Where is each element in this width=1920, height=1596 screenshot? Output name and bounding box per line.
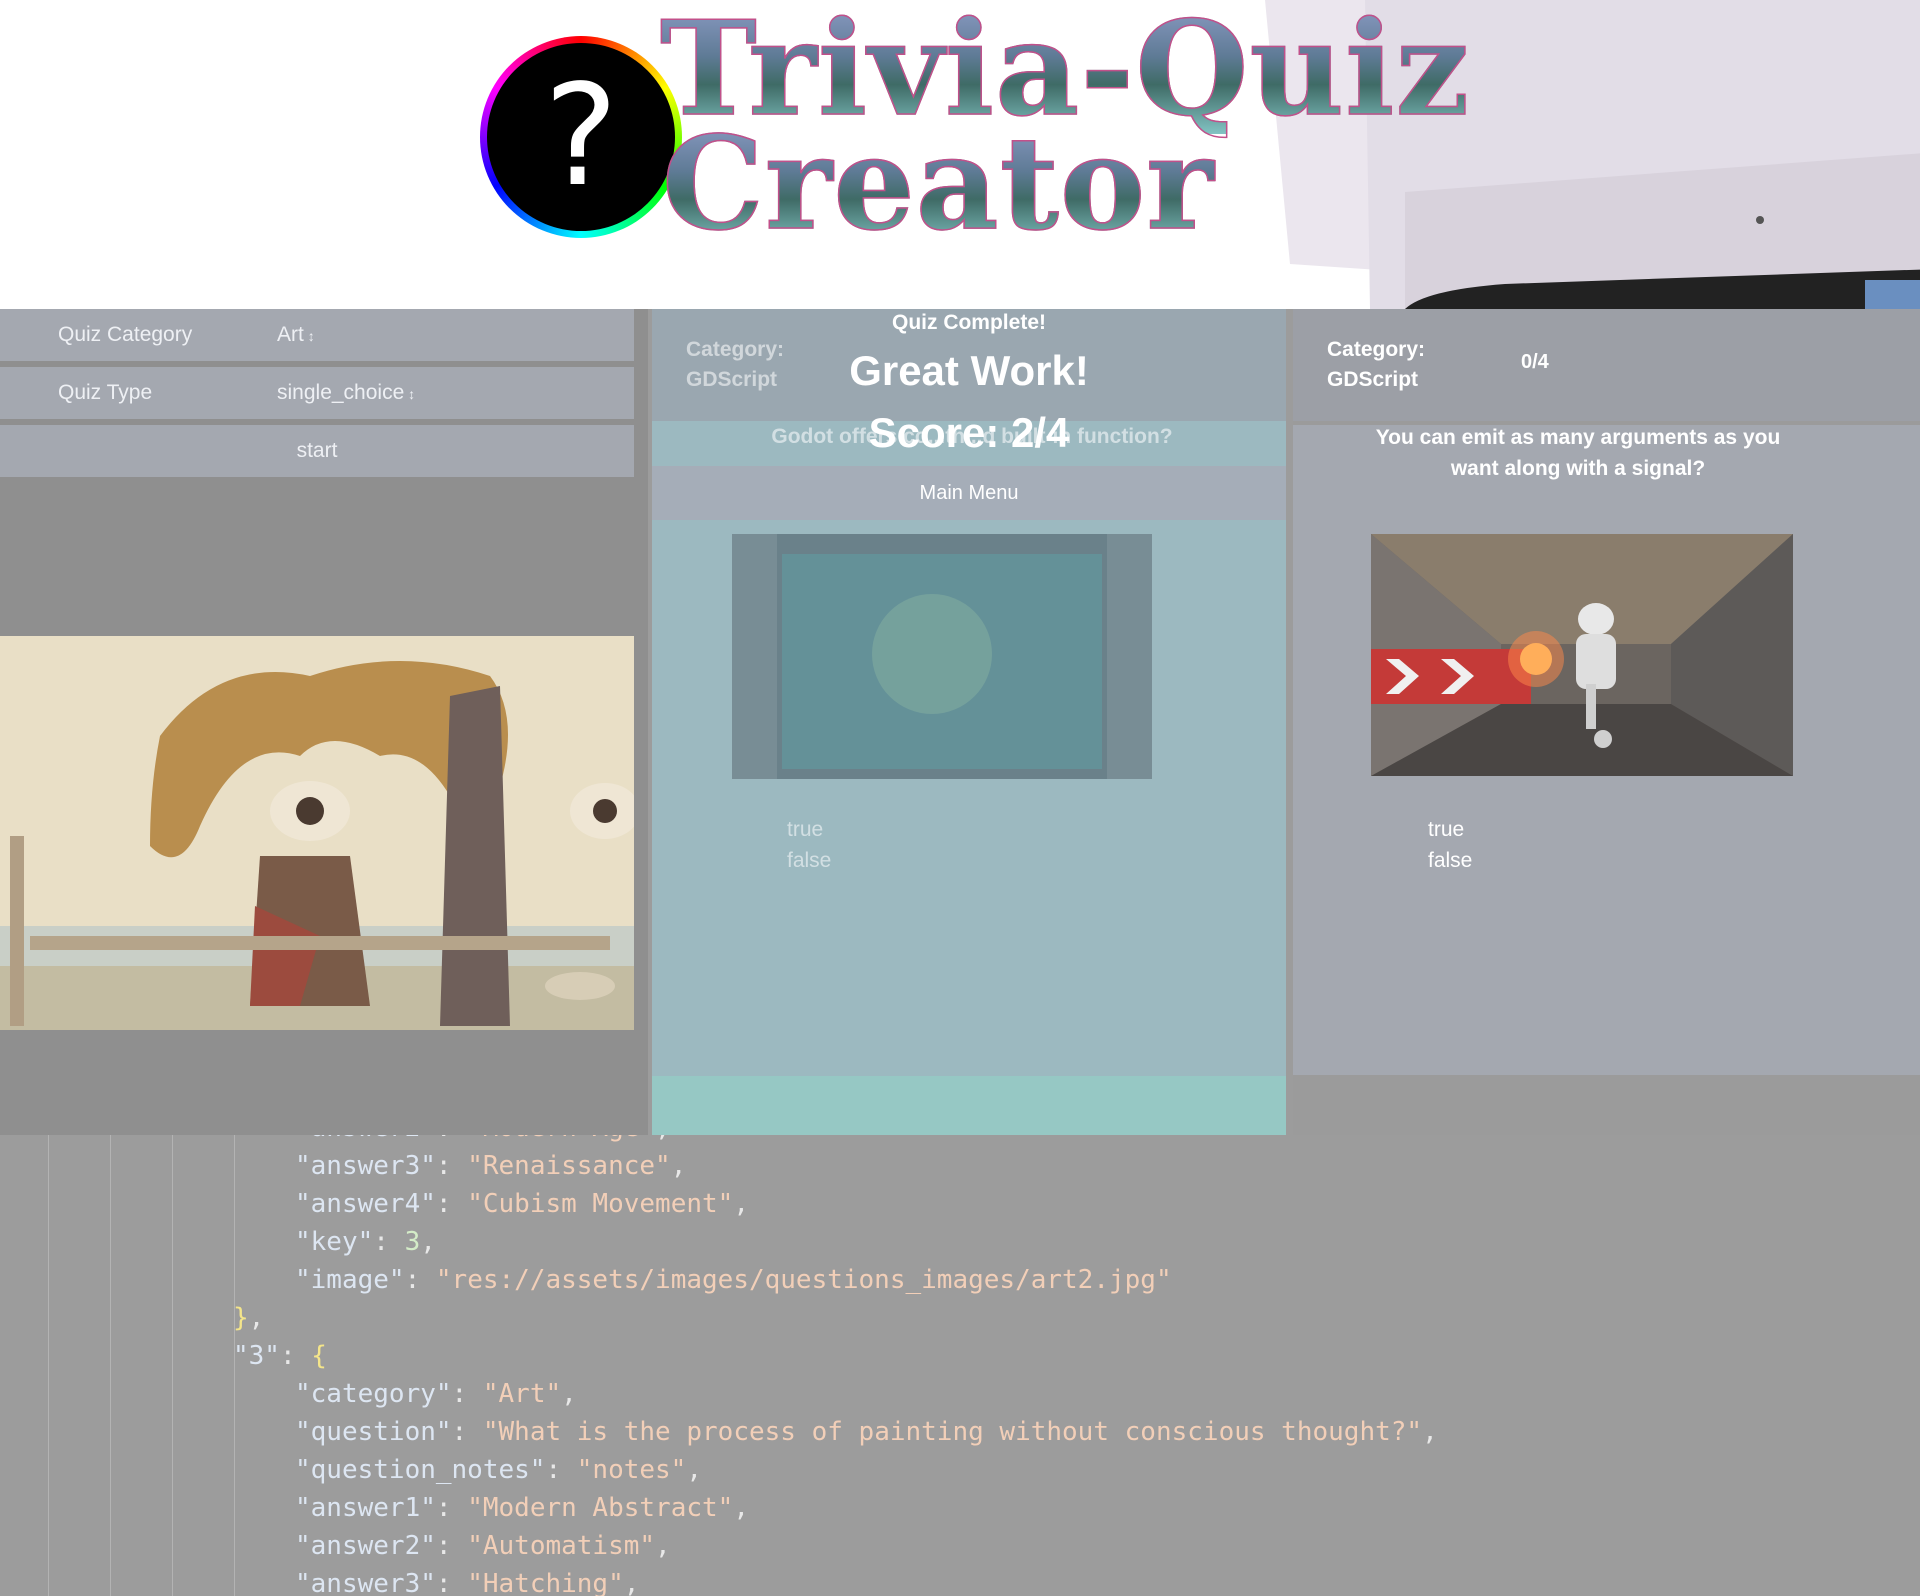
code-line: "answer4": "Cubism Movement", — [295, 1189, 749, 1219]
score-text: Score: 2/4 — [868, 409, 1070, 456]
question-panel: Category: GDScript 0/4 You can emit as m… — [1293, 309, 1920, 1135]
question-header: Category: GDScript 0/4 — [1293, 309, 1920, 421]
code-line: "answer3": "Renaissance", — [295, 1151, 687, 1181]
category-value: GDScript — [1327, 368, 1419, 391]
answer-true-option[interactable]: true — [787, 818, 823, 842]
header-banner: ? Trivia-Quiz Creator — [0, 0, 1920, 309]
category-label: Category: — [1327, 338, 1426, 361]
code-line: "answer2": "Automatism", — [295, 1531, 671, 1561]
code-line: }, — [233, 1303, 265, 1333]
quiz-complete-panel: Category: GDScript Godot offers co...th.… — [652, 309, 1286, 1135]
logo-symbol: ? — [543, 55, 619, 218]
code-line: "question_notes": "notes", — [295, 1455, 702, 1485]
code-line: "question": "What is the process of pain… — [295, 1417, 1438, 1447]
code-line: "answer3": "Hatching", — [295, 1569, 640, 1596]
surreal-painting-image — [0, 636, 634, 1030]
result-message: Great Work! — [849, 347, 1089, 394]
answer-false-option[interactable]: false — [1428, 849, 1472, 873]
godot-editor-image — [732, 534, 1152, 779]
category-select[interactable]: Art — [277, 309, 315, 362]
app-title-line-2: Creator — [661, 109, 1215, 259]
main-menu-button[interactable]: Main Menu — [652, 466, 1286, 520]
answer-true-option[interactable]: true — [1428, 818, 1464, 842]
robot-corridor-image — [1371, 534, 1793, 776]
json-code-view: "answer2": "Modern Age", "answer3": "Ren… — [0, 1125, 1920, 1596]
progress-counter: 0/4 — [1521, 351, 1549, 373]
category-label: Quiz Category — [58, 323, 193, 346]
start-button[interactable]: start — [0, 425, 634, 477]
type-select[interactable]: single_choice — [277, 367, 415, 420]
quiz-menu-panel: Quiz Category Art Quiz Type single_choic… — [0, 309, 648, 1135]
question-text: You can emit as many arguments as you wa… — [1375, 426, 1781, 480]
code-line: "key": 3, — [295, 1227, 436, 1257]
quiz-complete-title: Quiz Complete! — [891, 311, 1046, 334]
category-info: Category: GDScript — [1327, 335, 1425, 395]
answer-false-option[interactable]: false — [787, 849, 831, 873]
code-line: "3": { — [233, 1341, 327, 1371]
code-line: "image": "res://assets/images/questions_… — [295, 1265, 1172, 1295]
question-mark-logo-icon: ? — [480, 36, 682, 238]
code-line: "answer1": "Modern Abstract", — [295, 1493, 749, 1523]
type-row: Quiz Type single_choice — [0, 367, 634, 419]
category-row: Quiz Category Art — [0, 309, 634, 361]
code-line: "category": "Art", — [295, 1379, 577, 1409]
type-label: Quiz Type — [58, 381, 153, 404]
